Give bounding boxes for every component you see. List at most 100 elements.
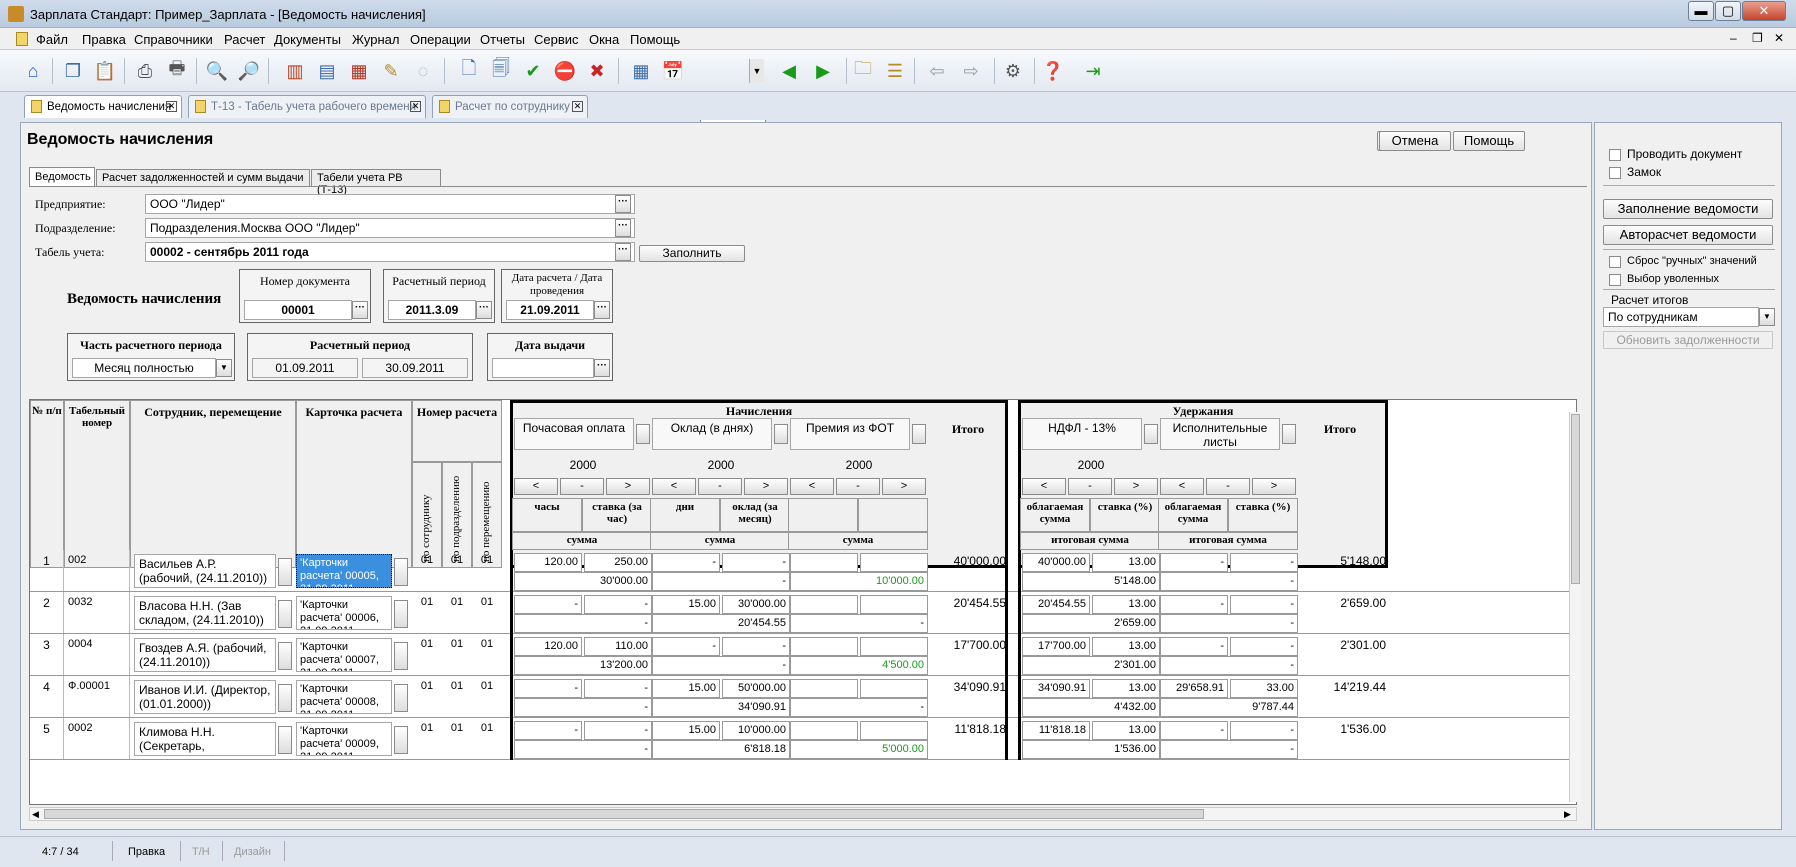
ded-cell-sum[interactable]: 2'659.00 [1022, 614, 1160, 633]
chart-icon[interactable]: ▥ [282, 58, 308, 84]
menu-item-2[interactable]: Справочники [134, 32, 213, 47]
menu-item-9[interactable]: Окна [589, 32, 619, 47]
menu-item-10[interactable]: Помощь [630, 32, 680, 47]
acc-cell-b[interactable] [860, 595, 928, 614]
acc-cell-a[interactable] [790, 553, 858, 572]
acc-cell-a[interactable]: - [514, 679, 582, 698]
help-button[interactable]: Помощь [1453, 131, 1525, 151]
timesheet-field[interactable]: 00002 - сентябрь 2011 года [145, 242, 635, 262]
update-debts-button[interactable]: Обновить задолженности [1603, 331, 1773, 349]
menu-item-0[interactable]: Файл [36, 32, 68, 47]
acc-cell-sum[interactable]: 34'090.91 [652, 698, 790, 717]
timesheet-select-button[interactable]: ··· [615, 243, 631, 261]
calculator-icon[interactable]: ▦ [628, 58, 654, 84]
row-card-select[interactable] [394, 642, 408, 670]
acc-cell-sum[interactable]: 10'000.00 [790, 572, 928, 591]
ded-cell-b[interactable]: - [1230, 553, 1298, 572]
ded-cell-sum[interactable]: - [1160, 656, 1298, 675]
prev-button-0[interactable]: < [514, 478, 558, 495]
scroll-thumb-h[interactable] [44, 809, 1204, 819]
notes-icon[interactable]: ✎ [378, 58, 404, 84]
acc-cell-b[interactable]: - [722, 637, 790, 656]
reset-manual-checkbox[interactable] [1609, 256, 1621, 268]
enterprise-field[interactable]: ООО "Лидер" [145, 194, 635, 214]
chevron-down-icon[interactable]: ▼ [749, 59, 764, 83]
list-icon[interactable]: ☰ [882, 58, 908, 84]
acc-cell-sum[interactable]: - [514, 740, 652, 759]
period-field[interactable]: 2011.3.09 [388, 300, 476, 320]
mid-button-0[interactable]: - [560, 478, 604, 495]
ded-mid-button-1[interactable]: - [1206, 478, 1250, 495]
acc-cell-a[interactable]: 120.00 [514, 553, 582, 572]
acc-cell-b[interactable]: 250.00 [584, 553, 652, 572]
doc-tab-vedomost[interactable]: Ведомость начисления ✕ [24, 95, 182, 118]
row-employee[interactable]: Власова Н.Н. (Зав складом, (24.11.2010)) [134, 596, 276, 630]
division-select-button[interactable]: ··· [615, 219, 631, 237]
arrow-right-icon[interactable]: ⇨ [958, 58, 984, 84]
copy-document-icon[interactable]: 🗐 [488, 58, 514, 84]
ded-cell-b[interactable]: 13.00 [1092, 679, 1160, 698]
book-icon[interactable]: ▤ [314, 58, 340, 84]
forward-green-icon[interactable]: ▶ [810, 58, 836, 84]
docnum-field[interactable]: 00001 [244, 300, 352, 320]
row-employee[interactable]: Гвоздев А.Я. (рабочий, (24.11.2010)) [134, 638, 276, 672]
acc-cell-sum[interactable]: - [790, 614, 928, 633]
acc-cell-b[interactable]: 30'000.00 [722, 595, 790, 614]
acc-cell-sum[interactable]: 20'454.55 [652, 614, 790, 633]
lock-checkbox[interactable] [1609, 167, 1621, 179]
ded-cell-b[interactable]: - [1230, 595, 1298, 614]
acc-cell-a[interactable] [790, 637, 858, 656]
journal-icon[interactable]: ▦ [346, 58, 372, 84]
next-button-2[interactable]: > [882, 478, 926, 495]
auto-calc-button[interactable]: Авторасчет ведомости [1603, 225, 1773, 245]
menu-item-4[interactable]: Документы [274, 32, 341, 47]
ded-cell-a[interactable]: - [1160, 553, 1228, 572]
ded-prev-button-1[interactable]: < [1160, 478, 1204, 495]
acc-cell-a[interactable]: - [514, 595, 582, 614]
horizontal-scrollbar[interactable]: ◀ ▶ [29, 807, 1577, 821]
close-tab-icon[interactable]: ✕ [166, 101, 177, 112]
calcdate-select-button[interactable]: ··· [594, 301, 610, 319]
menu-item-7[interactable]: Отчеты [480, 32, 525, 47]
doc-tab-calc[interactable]: Расчет по сотруднику ✕ [432, 95, 588, 118]
ded-cell-sum[interactable]: - [1160, 572, 1298, 591]
menu-item-5[interactable]: Журнал [352, 32, 399, 47]
menu-item-8[interactable]: Сервис [534, 32, 579, 47]
acc-cell-a[interactable]: - [514, 721, 582, 740]
acc-cell-b[interactable] [860, 553, 928, 572]
home-icon[interactable]: ⌂ [20, 58, 46, 84]
exit-icon[interactable]: ⇥ [1080, 58, 1106, 84]
row-card[interactable]: 'Карточки расчета' 00007, 21.09.2011 [296, 638, 392, 672]
division-field[interactable]: Подразделения.Москва ООО "Лидер" [145, 218, 635, 238]
acc-cell-a[interactable]: - [652, 637, 720, 656]
folder-icon[interactable]: 🗀 [850, 58, 876, 84]
search-icon[interactable]: 🔍 [204, 58, 230, 84]
ded-cell-a[interactable]: 40'000.00 [1022, 553, 1090, 572]
acc-cell-sum[interactable]: 4'500.00 [790, 656, 928, 675]
ded-cell-b[interactable]: 13.00 [1092, 637, 1160, 656]
acc-cell-sum[interactable]: 6'818.18 [652, 740, 790, 759]
row-card-select[interactable] [394, 684, 408, 712]
calcdate-field[interactable]: 21.09.2011 [506, 300, 594, 320]
row-employee-select[interactable] [278, 558, 292, 586]
minimize-button[interactable]: ▬ [1688, 1, 1714, 21]
ded-cell-sum[interactable]: - [1160, 740, 1298, 759]
mdi-close-icon[interactable]: ✕ [1774, 31, 1784, 45]
post-icon[interactable]: ✔ [520, 58, 546, 84]
ded-cell-b[interactable]: 33.00 [1230, 679, 1298, 698]
ded-cell-b[interactable]: - [1230, 637, 1298, 656]
acc-cell-sum[interactable]: - [514, 614, 652, 633]
menu-item-1[interactable]: Правка [82, 32, 126, 47]
doc-tab-t13[interactable]: Т-13 - Табель учета рабочего времени ✕ [188, 95, 426, 118]
chevron-down-icon[interactable]: ▼ [1759, 308, 1775, 326]
acc-cell-sum[interactable]: 30'000.00 [514, 572, 652, 591]
ded-cell-a[interactable]: 11'818.18 [1022, 721, 1090, 740]
close-tab-icon[interactable]: ✕ [410, 101, 421, 112]
deduction-select-button-1[interactable] [1282, 424, 1296, 444]
row-employee-select[interactable] [278, 726, 292, 754]
row-card[interactable]: 'Карточки расчета' 00006, 21.09.2011 [296, 596, 392, 630]
fired-checkbox[interactable] [1609, 274, 1621, 286]
acc-cell-b[interactable]: 50'000.00 [722, 679, 790, 698]
calendar-icon[interactable]: 📅 [660, 58, 686, 84]
paste-icon[interactable]: 📋 [92, 58, 118, 84]
